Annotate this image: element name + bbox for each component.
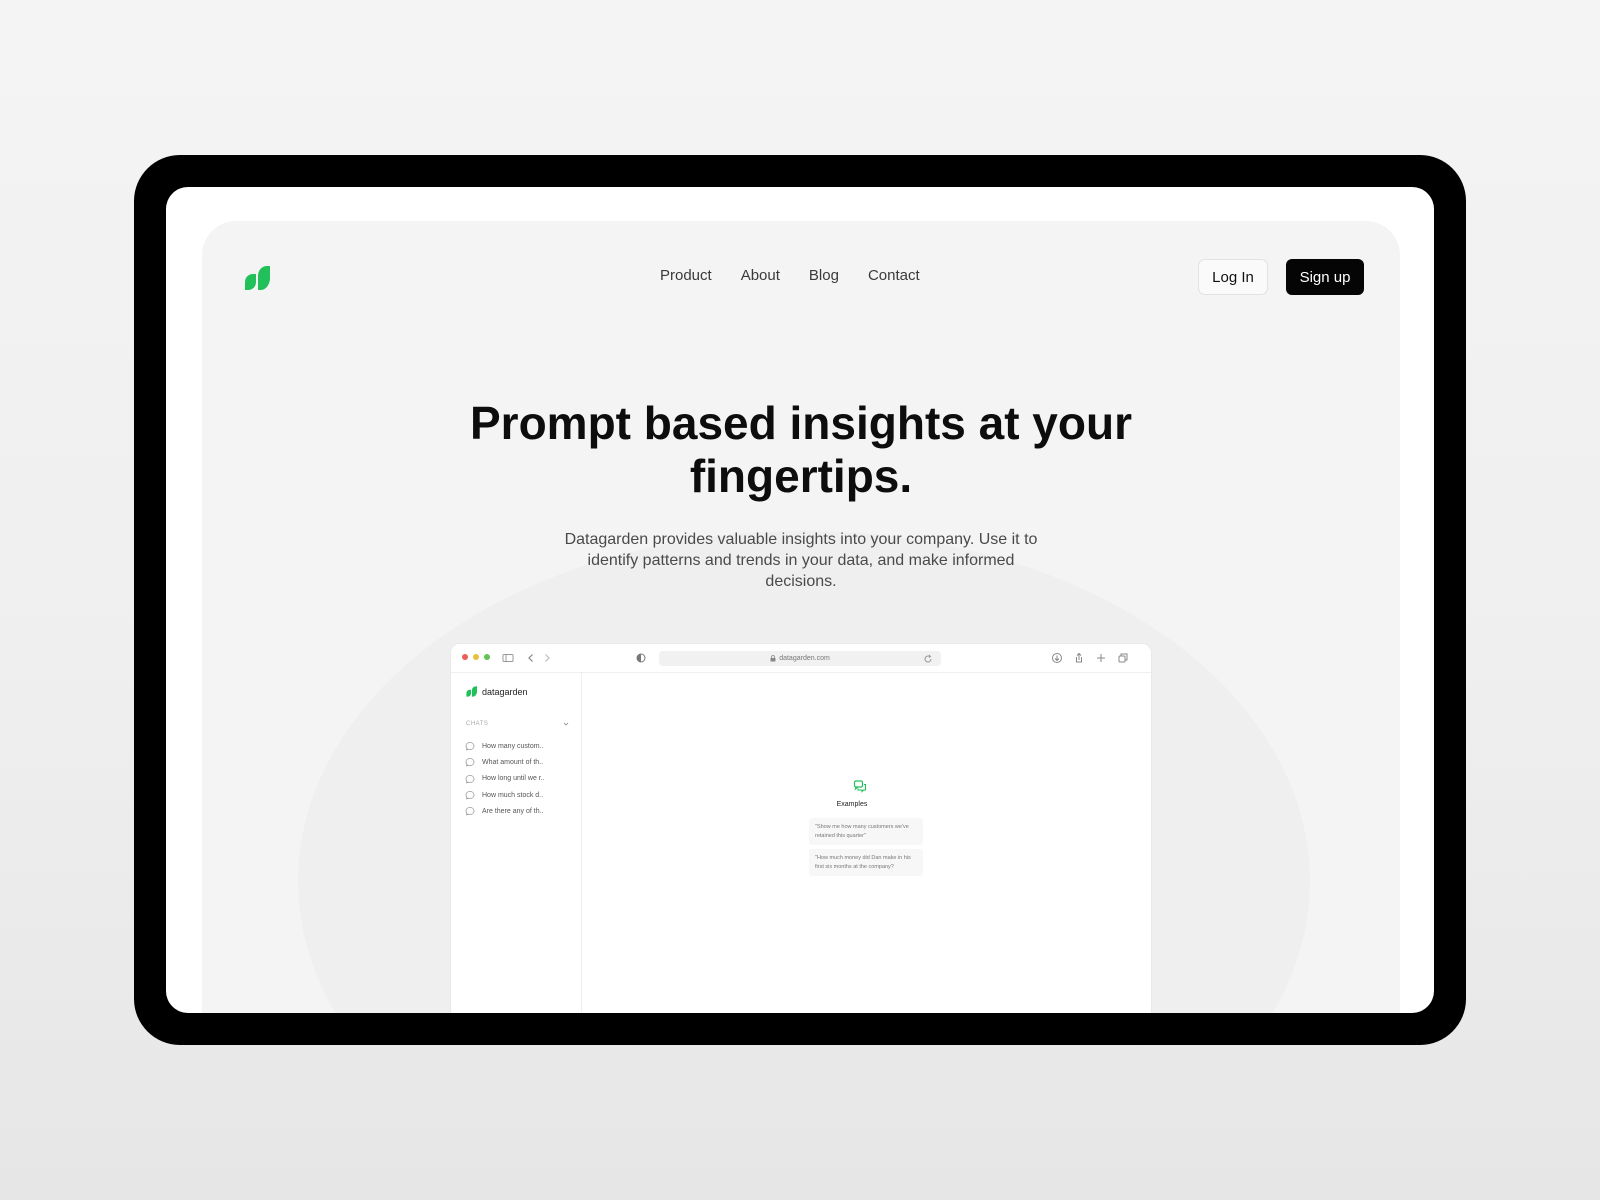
chat-item[interactable]: How many custom.. [465,738,545,754]
chat-title: How long until we r.. [482,775,545,783]
share-icon[interactable] [1072,651,1086,665]
chat-bubble-icon [465,742,475,751]
back-icon[interactable] [524,651,538,665]
shield-icon[interactable] [634,651,648,665]
nav-blog[interactable]: Blog [809,267,839,284]
chat-title: How many custom.. [482,742,544,750]
tablet-screen: Product About Blog Contact Log In Sign u… [166,187,1434,1013]
datagarden-logo-icon[interactable] [244,265,270,291]
url-text: datagarden.com [779,655,830,662]
datagarden-small-logo-icon [466,686,477,697]
chat-bubble-icon [465,791,475,800]
chats-section-header[interactable]: CHATS [466,721,570,727]
chat-item[interactable]: Are there any of th.. [465,803,545,819]
browser-mockup: datagarden.com datagarden CHATS How many… [451,644,1151,1013]
nav-product[interactable]: Product [660,267,712,284]
example-prompt-card[interactable]: "How much money did Dan make in his firs… [809,849,923,876]
chat-title: How much stock d.. [482,791,544,799]
signup-button[interactable]: Sign up [1286,259,1364,295]
chat-title: Are there any of th.. [482,807,544,815]
example-prompt-card[interactable]: "Show me how many customers we've retain… [809,818,923,845]
hero-title: Prompt based insights at your fingertips… [470,397,1132,502]
app-brand[interactable]: datagarden [466,686,528,697]
nav-contact[interactable]: Contact [868,267,920,284]
main-nav: Product About Blog Contact [660,267,920,284]
lock-icon [770,655,776,662]
chat-bubble-icon [465,807,475,816]
chat-item[interactable]: How much stock d.. [465,787,545,803]
login-button[interactable]: Log In [1198,259,1268,295]
chat-item[interactable]: How long until we r.. [465,771,545,787]
plus-icon[interactable] [1094,651,1108,665]
minimize-window-dot[interactable] [473,654,479,660]
chat-examples-icon [853,780,867,793]
tabs-icon[interactable] [1116,651,1130,665]
hero-subtitle: Datagarden provides valuable insights in… [564,531,1038,590]
tablet-frame: Product About Blog Contact Log In Sign u… [134,155,1466,1045]
download-icon[interactable] [1050,651,1064,665]
sidebar-icon[interactable] [501,651,515,665]
reload-icon[interactable] [921,652,935,666]
maximize-window-dot[interactable] [484,654,490,660]
close-window-dot[interactable] [462,654,468,660]
address-bar[interactable]: datagarden.com [659,651,941,666]
chat-title: What amount of th.. [482,758,544,766]
chat-item[interactable]: What amount of th.. [465,754,545,770]
chat-bubble-icon [465,758,475,767]
chat-bubble-icon [465,774,475,784]
browser-toolbar: datagarden.com [451,644,1151,673]
app-sidebar: datagarden CHATS How many custom.. What … [451,673,582,1013]
app-brand-name: datagarden [482,686,528,697]
nav-about[interactable]: About [741,267,780,284]
app-main-pane: Examples "Show me how many customers we'… [582,673,1151,1013]
forward-icon[interactable] [540,651,554,665]
chevron-down-icon[interactable] [562,720,570,728]
chats-label: CHATS [466,721,489,727]
chat-list: How many custom.. What amount of th.. Ho… [465,738,545,819]
examples-title: Examples [836,801,868,808]
landing-page: Product About Blog Contact Log In Sign u… [202,221,1400,1013]
